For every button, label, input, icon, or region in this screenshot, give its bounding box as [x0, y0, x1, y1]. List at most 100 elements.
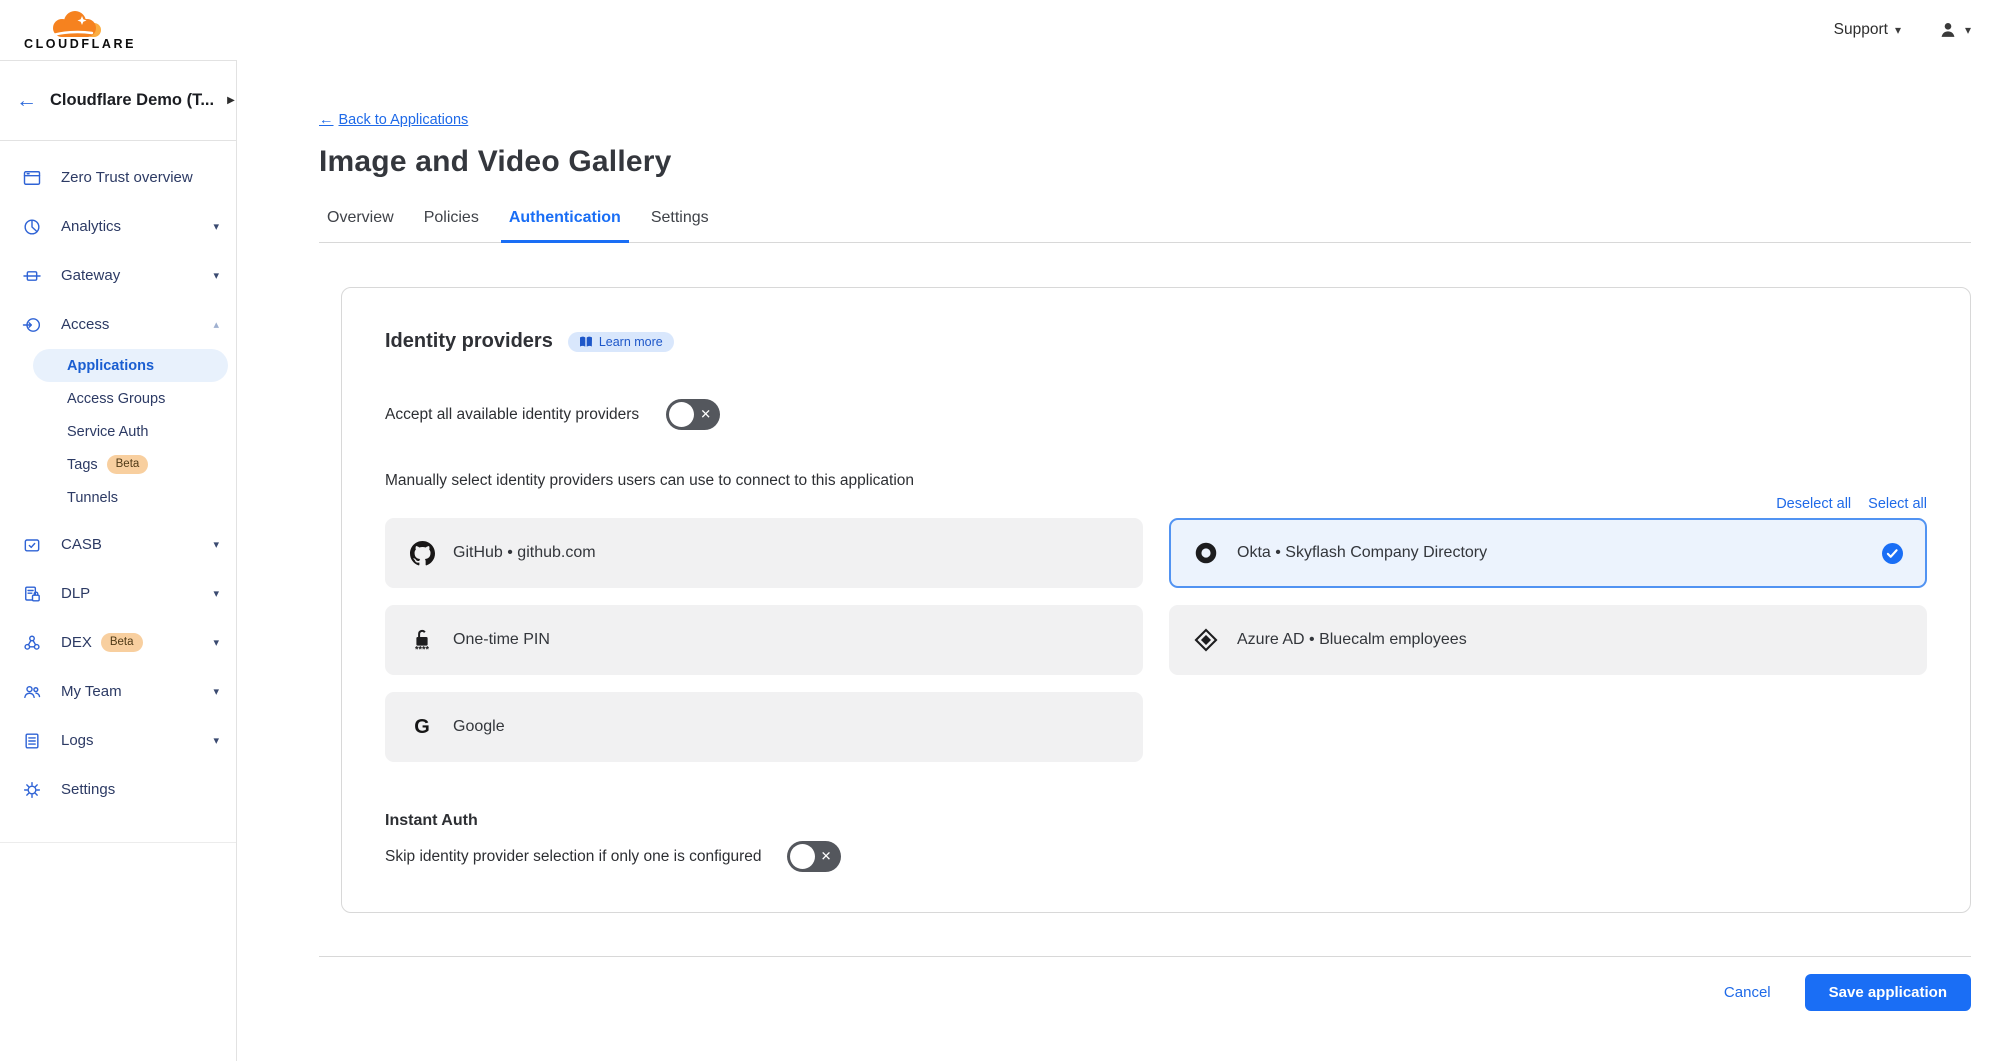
- sidebar-divider: [0, 842, 236, 843]
- sidebar-item-zero-trust-overview[interactable]: Zero Trust overview: [0, 153, 236, 202]
- provider-tile-google[interactable]: G Google: [385, 692, 1143, 762]
- learn-more-badge[interactable]: Learn more: [568, 332, 674, 352]
- sidebar-sublist-access: ApplicationsAccess GroupsService AuthTag…: [33, 349, 228, 514]
- toggle-off-x-icon: ✕: [821, 848, 832, 864]
- logs-icon: [21, 730, 42, 751]
- sidebar-item-label: Tags: [67, 457, 98, 473]
- gateway-icon: [21, 265, 42, 286]
- chevron-down-icon: ▾: [213, 538, 219, 551]
- tab-authentication[interactable]: Authentication: [501, 209, 629, 243]
- provider-label: Okta • Skyflash Company Directory: [1237, 544, 1487, 562]
- sidebar-item-access[interactable]: Access ▴: [0, 300, 236, 349]
- sidebar-item-label: My Team: [61, 683, 122, 700]
- sidebar-nav: Zero Trust overview Analytics ▾ Gateway ▾ Acc…: [0, 141, 236, 814]
- chevron-down-icon: ▾: [1895, 24, 1901, 36]
- cloudflare-logo[interactable]: CLOUDFLARE: [14, 9, 146, 51]
- svg-text:****: ****: [415, 644, 430, 653]
- sidebar-item-access-groups[interactable]: Access Groups: [33, 382, 228, 415]
- chevron-down-icon: ▾: [213, 636, 219, 649]
- back-arrow-icon[interactable]: ←: [16, 90, 37, 111]
- instant-auth-heading: Instant Auth: [385, 812, 1927, 830]
- provider-label: One-time PIN: [453, 631, 550, 649]
- page-title: Image and Video Gallery: [319, 145, 1971, 179]
- dlp-icon: [21, 583, 42, 604]
- sidebar-item-label: CASB: [61, 536, 102, 553]
- settings-icon: [21, 779, 42, 800]
- sidebar-item-tunnels[interactable]: Tunnels: [33, 481, 228, 514]
- tab-policies[interactable]: Policies: [416, 209, 487, 243]
- provider-label: Azure AD • Bluecalm employees: [1237, 631, 1467, 649]
- github-icon: [409, 541, 435, 566]
- sidebar: ← Cloudflare Demo (T... ▶ Zero Trust ove…: [0, 60, 237, 1061]
- sidebar-item-label: Access: [61, 316, 109, 333]
- select-all-link[interactable]: Select all: [1868, 496, 1927, 512]
- chevron-down-icon: ▾: [213, 587, 219, 600]
- sidebar-item-label: Tunnels: [67, 490, 118, 506]
- selected-check-icon: [1882, 543, 1903, 564]
- chevron-down-icon: ▾: [213, 685, 219, 698]
- sidebar-item-settings[interactable]: Settings: [0, 765, 236, 814]
- chevron-up-icon: ▴: [213, 318, 219, 331]
- sidebar-item-analytics[interactable]: Analytics ▾: [0, 202, 236, 251]
- azure-icon: [1193, 628, 1219, 652]
- manual-select-label: Manually select identity providers users…: [385, 472, 1927, 490]
- book-icon: [579, 336, 593, 348]
- provider-label: Google: [453, 718, 505, 736]
- dex-icon: [21, 632, 42, 653]
- account-name[interactable]: Cloudflare Demo (T...: [50, 91, 214, 110]
- sidebar-item-tags[interactable]: Tags Beta: [33, 448, 228, 481]
- user-menu[interactable]: ▾: [1937, 19, 1971, 41]
- sidebar-item-label: DLP: [61, 585, 90, 602]
- tab-overview[interactable]: Overview: [319, 209, 402, 243]
- provider-tile-azure-ad[interactable]: Azure AD • Bluecalm employees: [1169, 605, 1927, 675]
- toggle-knob: [790, 844, 815, 869]
- back-to-applications-link[interactable]: ← Back to Applications: [319, 112, 468, 128]
- sidebar-item-service-auth[interactable]: Service Auth: [33, 415, 228, 448]
- sidebar-item-logs[interactable]: Logs ▾: [0, 716, 236, 765]
- sidebar-item-label: Access Groups: [67, 391, 165, 407]
- toggle-knob: [669, 402, 694, 427]
- google-icon: G: [409, 715, 435, 739]
- cancel-button[interactable]: Cancel: [1724, 984, 1771, 1001]
- beta-badge: Beta: [107, 455, 149, 474]
- chevron-down-icon: ▾: [213, 734, 219, 747]
- accept-all-toggle[interactable]: ✕: [666, 399, 720, 430]
- sidebar-item-my-team[interactable]: My Team ▾: [0, 667, 236, 716]
- sidebar-item-dlp[interactable]: DLP ▾: [0, 569, 236, 618]
- sidebar-item-label: Applications: [67, 358, 154, 374]
- cloudflare-cloud-icon: [42, 9, 118, 39]
- identity-providers-card: Identity providers Learn more Accept all…: [341, 287, 1971, 913]
- sidebar-item-label: Gateway: [61, 267, 120, 284]
- sidebar-item-dex[interactable]: DEXBeta▾: [0, 618, 236, 667]
- back-arrow-icon: ←: [319, 112, 334, 128]
- sidebar-item-gateway[interactable]: Gateway ▾: [0, 251, 236, 300]
- card-title: Identity providers: [385, 330, 553, 353]
- tab-settings[interactable]: Settings: [643, 209, 717, 243]
- accept-all-label: Accept all available identity providers: [385, 406, 639, 424]
- sidebar-item-casb[interactable]: CASB ▾: [0, 520, 236, 569]
- analytics-icon: [21, 216, 42, 237]
- provider-tile-okta[interactable]: Okta • Skyflash Company Directory: [1169, 518, 1927, 588]
- chevron-down-icon: ▾: [213, 269, 219, 282]
- save-application-button[interactable]: Save application: [1805, 974, 1971, 1011]
- sidebar-item-label: Logs: [61, 732, 94, 749]
- top-bar: CLOUDFLARE Support ▾ ▾: [0, 0, 1999, 60]
- provider-tile-github[interactable]: GitHub • github.com: [385, 518, 1143, 588]
- provider-tile-one-time-pin[interactable]: **** One-time PIN: [385, 605, 1143, 675]
- access-icon: [21, 314, 42, 335]
- user-avatar-icon: [1937, 19, 1959, 41]
- instant-auth-label: Skip identity provider selection if only…: [385, 848, 762, 866]
- chevron-right-icon[interactable]: ▶: [227, 95, 235, 106]
- sidebar-item-label: Zero Trust overview: [61, 169, 193, 186]
- chevron-down-icon: ▾: [213, 220, 219, 233]
- sidebar-item-applications[interactable]: Applications: [33, 349, 228, 382]
- casb-icon: [21, 534, 42, 555]
- support-menu[interactable]: Support ▾: [1834, 21, 1901, 39]
- instant-auth-toggle[interactable]: ✕: [787, 841, 841, 872]
- provider-label: GitHub • github.com: [453, 544, 596, 562]
- deselect-all-link[interactable]: Deselect all: [1776, 496, 1851, 512]
- toggle-off-x-icon: ✕: [700, 406, 711, 422]
- main-content: ← Back to Applications Image and Video G…: [237, 60, 1999, 1061]
- sidebar-item-label: Analytics: [61, 218, 121, 235]
- footer-actions: Cancel Save application: [319, 974, 1971, 1011]
